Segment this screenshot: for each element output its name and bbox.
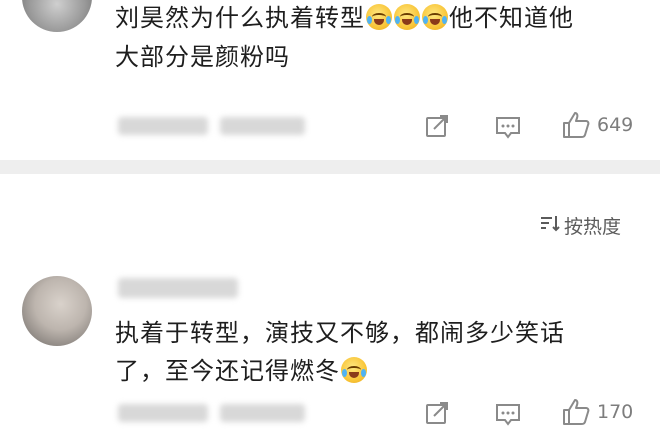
share-button[interactable] bbox=[424, 400, 450, 426]
comment-text-line: 执着于转型，演技又不够，都闹多少笑话 bbox=[115, 319, 565, 347]
comment-icon bbox=[496, 117, 520, 139]
comment-text: 了，至今还记得燃冬 bbox=[115, 352, 368, 390]
sort-label: 按热度 bbox=[564, 216, 622, 238]
section-divider bbox=[0, 160, 660, 174]
thumbs-up-icon bbox=[563, 112, 590, 138]
reply-button[interactable] bbox=[494, 115, 522, 141]
like-count: 649 bbox=[597, 114, 634, 136]
comment-timestamp bbox=[118, 117, 208, 135]
share-icon bbox=[426, 115, 448, 137]
like-button[interactable]: 170 bbox=[561, 397, 633, 427]
comment-text-line: 刘昊然为什么执着转型 bbox=[115, 4, 365, 32]
comment-icon bbox=[496, 404, 520, 426]
laugh-cry-emoji-icon bbox=[366, 4, 392, 30]
comment-text-line: 了，至今还记得燃冬 bbox=[115, 357, 340, 385]
like-button[interactable]: 649 bbox=[561, 110, 633, 140]
comment-timestamp bbox=[118, 404, 208, 422]
comment-text: 刘昊然为什么执着转型 他不知道他 bbox=[115, 0, 574, 37]
laugh-cry-emoji-icon bbox=[341, 357, 367, 383]
laugh-cry-emoji-icon bbox=[394, 4, 420, 30]
username[interactable] bbox=[118, 278, 238, 298]
sort-by-hot-button[interactable]: 按热度 bbox=[540, 212, 621, 239]
laugh-cry-emoji-icon bbox=[422, 4, 448, 30]
like-count: 170 bbox=[597, 401, 634, 423]
share-icon bbox=[426, 402, 448, 424]
avatar[interactable] bbox=[22, 0, 92, 32]
comment-location bbox=[220, 404, 305, 422]
comment-text-line: 大部分是颜粉吗 bbox=[115, 43, 290, 71]
reply-button[interactable] bbox=[494, 402, 522, 428]
thumbs-up-icon bbox=[563, 399, 590, 425]
avatar[interactable] bbox=[22, 276, 92, 346]
comment-location bbox=[220, 117, 305, 135]
share-button[interactable] bbox=[424, 113, 450, 139]
comment-text-line: 他不知道他 bbox=[449, 4, 574, 32]
sort-lines-icon bbox=[540, 214, 560, 237]
